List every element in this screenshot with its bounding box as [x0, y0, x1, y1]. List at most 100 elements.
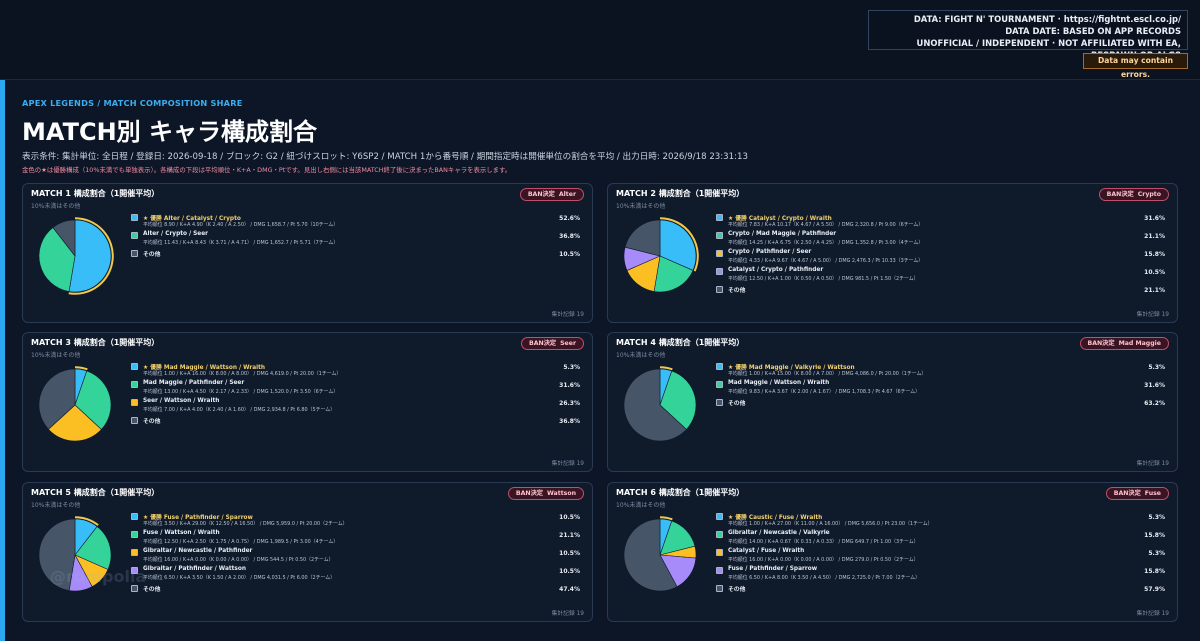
legend-row: Mad Maggie / Wattson / Wraith 平均順位 9.83 /…	[716, 379, 1080, 397]
pie-slice	[68, 219, 112, 293]
error-notice-badge: Data may contain errors.	[1083, 53, 1188, 79]
legend-row: Gibraltar / Newcastle / Pathfinder 平均順位 1…	[131, 547, 495, 565]
page-title: MATCH別 キャラ構成割合	[22, 118, 318, 146]
legend-row: その他	[131, 583, 495, 594]
ban-character: Fuse	[1144, 490, 1161, 497]
share-percent: 63.2%	[1144, 400, 1165, 407]
composition-stats: 平均順位 9.83 / K+A 3.67（K 2.00 / A 1.67） / …	[728, 389, 921, 395]
composition-label: Catalyst / Crypto / Pathfinder	[728, 267, 824, 273]
data-source-box: DATA: FIGHT N' TOURNAMENT · https://figh…	[868, 10, 1188, 60]
ban-character: Alter	[558, 191, 576, 198]
composition-stats: 平均順位 7.83 / K+A 10.17（K 4.67 / A 5.50） /…	[728, 222, 924, 228]
composition-stats: 平均順位 14.00 / K+A 0.67（K 0.33 / A 0.33） /…	[728, 539, 919, 545]
record-count: 集計記録 19	[1136, 461, 1169, 467]
legend-row: Crypto / Mad Maggie / Pathfinder 平均順位 14.…	[716, 230, 1080, 248]
legend-swatch	[131, 549, 138, 556]
chart-legend: ★ 優勝 Fuse / Pathfinder / Sparrow 平均順位 3.5…	[131, 511, 495, 594]
legend-row: その他	[716, 397, 1080, 408]
legend-row: Mad Maggie / Pathfinder / Seer 平均順位 13.00…	[131, 379, 495, 397]
legend-swatch	[131, 250, 138, 257]
share-percent: 5.3%	[563, 364, 580, 371]
legend-row: Catalyst / Fuse / Wraith 平均順位 16.00 / K+A…	[716, 547, 1080, 565]
legend-swatch	[131, 214, 138, 221]
record-count: 集計記録 19	[551, 312, 584, 318]
ban-character: Crypto	[1137, 191, 1161, 198]
share-percent: 26.3%	[559, 400, 580, 407]
record-count: 集計記録 19	[1136, 312, 1169, 318]
composition-stats: 平均順位 8.90 / K+A 4.90（K 2.40 / A 2.50） / …	[143, 222, 339, 228]
composition-name: Fuse / Pathfinder / Sparrow	[728, 566, 817, 572]
legend-swatch	[716, 567, 723, 574]
legend-swatch	[131, 585, 138, 592]
ban-badge: BAN決定 Fuse	[1105, 487, 1169, 500]
legend-swatch	[716, 531, 723, 538]
composition-label: その他	[143, 252, 161, 258]
match-chart-card: MATCH 6 構成割合（1開催平均） 10%未満はその他 BAN決定 Fuse ★ 優…	[607, 482, 1178, 622]
legend-swatch	[131, 513, 138, 520]
composition-label: その他	[143, 419, 161, 425]
ban-character: Mad Maggie	[1118, 340, 1161, 347]
composition-label: その他	[728, 401, 746, 407]
pie-chart	[38, 366, 112, 442]
ban-badge: BAN決定 Seer	[521, 337, 584, 350]
share-percent: 15.8%	[1144, 568, 1165, 575]
legend-swatch	[716, 513, 723, 520]
match-chart-card: MATCH 1 構成割合（1開催平均） 10%未満はその他 BAN決定 Alter ★ …	[22, 183, 593, 323]
composition-label: その他	[143, 587, 161, 593]
legend-row: Gibraltar / Newcastle / Valkyrie 平均順位 14.…	[716, 529, 1080, 547]
chart-legend: ★ 優勝 Alter / Catalyst / Crypto 平均順位 8.90 …	[131, 212, 495, 259]
composition-label: Mad Maggie / Pathfinder / Seer	[143, 380, 245, 386]
record-count: 集計記録 19	[551, 611, 584, 617]
share-percent: 15.8%	[1144, 532, 1165, 539]
legend-row: Crypto / Pathfinder / Seer 平均順位 4.33 / K+…	[716, 248, 1080, 266]
share-percent: 21.1%	[1144, 287, 1165, 294]
composition-stats: 平均順位 1.00 / K+A 16.00（K 8.00 / A 8.00） /…	[143, 371, 342, 377]
composition-stats: 平均順位 14.25 / K+A 6.75（K 2.50 / A 4.25） /…	[728, 240, 924, 246]
share-percent: 5.3%	[1148, 364, 1165, 371]
share-percent: 36.8%	[559, 418, 580, 425]
chart-title: MATCH 1 構成割合（1開催平均）	[31, 189, 160, 198]
legend-swatch	[716, 363, 723, 370]
legend-row: その他	[716, 284, 1080, 295]
legend-swatch	[131, 417, 138, 424]
share-percent: 5.3%	[1148, 514, 1165, 521]
composition-label: Crypto / Pathfinder / Seer	[728, 249, 812, 255]
legend-swatch	[716, 286, 723, 293]
composition-stats: 平均順位 12.50 / K+A 1.00（K 0.50 / A 0.50） /…	[728, 276, 919, 282]
data-date-line: DATA DATE: BASED ON APP RECORDS	[1005, 26, 1181, 36]
legend-row: ★ 優勝 Mad Maggie / Wattson / Wraith 平均順位 1…	[131, 361, 495, 379]
share-percent: 31.6%	[559, 382, 580, 389]
watermark: @rdmpolia	[50, 567, 147, 586]
composition-stats: 平均順位 13.00 / K+A 4.50（K 2.17 / A 2.33） /…	[143, 389, 339, 395]
composition-label: Seer / Wattson / Wraith	[143, 398, 220, 404]
share-percent: 5.3%	[1148, 550, 1165, 557]
composition-name: Gibraltar / Pathfinder / Wattson	[143, 566, 246, 572]
legend-swatch	[716, 549, 723, 556]
match-chart-card: MATCH 3 構成割合（1開催平均） 10%未満はその他 BAN決定 Seer ★ 優…	[22, 332, 593, 472]
share-percent: 57.9%	[1144, 586, 1165, 593]
legend-swatch	[131, 381, 138, 388]
legend-swatch	[131, 232, 138, 239]
composition-stats: 平均順位 16.00 / K+A 0.00（K 0.00 / A 0.00） /…	[143, 557, 334, 563]
composition-name: Seer / Wattson / Wraith	[143, 398, 219, 404]
share-percent: 10.5%	[559, 568, 580, 575]
chart-subtitle: 10%未満はその他	[616, 352, 666, 359]
ban-label: BAN決定	[527, 191, 555, 198]
composition-label: Crypto / Mad Maggie / Pathfinder	[728, 231, 837, 237]
composition-stats: 平均順位 4.33 / K+A 9.67（K 4.67 / A 5.00） / …	[728, 258, 924, 264]
legend-swatch	[716, 268, 723, 275]
pie-chart	[623, 366, 697, 442]
legend-row: Fuse / Wattson / Wraith 平均順位 12.50 / K+A …	[131, 529, 495, 547]
legend-row: ★ 優勝 Fuse / Pathfinder / Sparrow 平均順位 3.5…	[131, 511, 495, 529]
share-percent: 52.6%	[559, 215, 580, 222]
composition-name: その他	[143, 249, 160, 258]
share-percent: 10.5%	[559, 550, 580, 557]
legend-swatch	[716, 214, 723, 221]
ban-badge: BAN決定 Crypto	[1098, 188, 1169, 201]
composition-stats: 平均順位 7.00 / K+A 4.00（K 2.40 / A 1.60） / …	[143, 407, 336, 413]
legend-row: ★ 優勝 Mad Maggie / Valkyrie / Wattson 平均順位…	[716, 361, 1080, 379]
share-percent: 31.6%	[1144, 215, 1165, 222]
chart-legend: ★ 優勝 Catalyst / Crypto / Wraith 平均順位 7.83…	[716, 212, 1080, 295]
legend-row: その他	[131, 415, 495, 426]
match-chart-card: MATCH 2 構成割合（1開催平均） 10%未満はその他 BAN決定 Crypto ★…	[607, 183, 1178, 323]
